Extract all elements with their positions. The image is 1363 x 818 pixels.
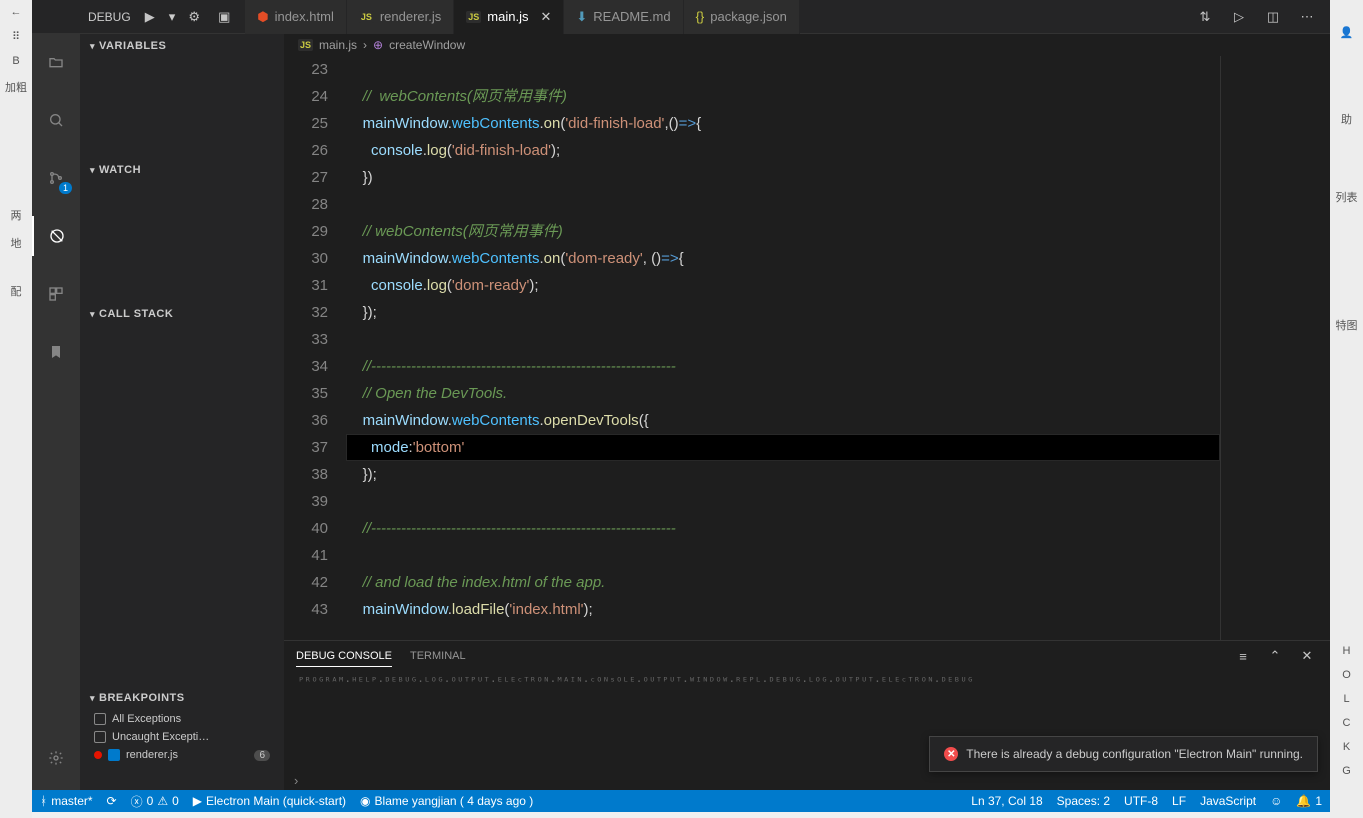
split-editor-icon[interactable]: ◫ <box>1262 6 1284 28</box>
debug-sidebar: VARIABLES WATCH CALL STACK BREAKPOINTS A… <box>80 34 284 790</box>
source-control-icon[interactable]: 1 <box>32 158 80 198</box>
checkbox[interactable] <box>94 731 106 743</box>
breadcrumb-file: main.js <box>319 38 357 52</box>
panel-tab-terminal[interactable]: TERMINAL <box>410 646 466 667</box>
title-bar: DEBUG ▶ ▾ ⚙ ▣ ⬢ index.htmlJS renderer.js… <box>32 0 1330 34</box>
start-debug-button[interactable]: ▶ <box>139 6 161 28</box>
tab-package-json[interactable]: {} package.json <box>684 0 800 34</box>
activity-bar: 1 <box>32 34 80 790</box>
debug-target-status[interactable]: ▶ Electron Main (quick-start) <box>193 794 346 808</box>
debug-icon[interactable] <box>32 216 80 256</box>
panel-collapse-icon[interactable]: ⌃ <box>1264 645 1286 667</box>
tab-main-js[interactable]: JS main.js✕ <box>454 0 564 34</box>
git-blame-status[interactable]: ◉ Blame yangjian ( 4 days ago ) <box>360 794 533 808</box>
watch-section-header[interactable]: WATCH <box>80 158 284 182</box>
code-editor[interactable]: 2324252627282930313233343536373839404142… <box>284 56 1330 640</box>
git-branch-status[interactable]: ᚼ master* <box>40 794 93 808</box>
cursor-position-status[interactable]: Ln 37, Col 18 <box>971 794 1042 808</box>
explorer-icon[interactable] <box>32 42 80 82</box>
checkbox[interactable] <box>108 749 120 761</box>
method-icon: ⊕ <box>373 38 383 52</box>
host-right-strip: 👤 助 列表 特图 HOLCKG <box>1330 0 1363 818</box>
indentation-status[interactable]: Spaces: 2 <box>1057 794 1110 808</box>
editor-tabs: ⬢ index.htmlJS renderer.jsJS main.js✕⬇ R… <box>245 0 800 34</box>
notifications-bell-icon[interactable]: 🔔 1 <box>1296 794 1322 808</box>
problems-status[interactable]: ⓧ 0 ⚠ 0 <box>131 793 179 810</box>
breakpoint-item[interactable]: renderer.js6 <box>80 746 284 764</box>
encoding-status[interactable]: UTF-8 <box>1124 794 1158 808</box>
more-actions-icon[interactable]: ⋯ <box>1296 6 1318 28</box>
breakpoint-item[interactable]: Uncaught Excepti… <box>80 728 284 746</box>
eol-status[interactable]: LF <box>1172 794 1186 808</box>
panel-filter-icon[interactable]: ≡ <box>1232 645 1254 667</box>
sync-status[interactable]: ⟳ <box>107 794 117 808</box>
compare-changes-icon[interactable]: ⇅ <box>1194 6 1216 28</box>
feedback-icon[interactable]: ☺ <box>1270 794 1282 808</box>
js-file-icon: JS <box>298 39 313 51</box>
bookmark-icon[interactable] <box>32 332 80 372</box>
extensions-icon[interactable] <box>32 274 80 314</box>
breadcrumb-symbol: createWindow <box>389 38 465 52</box>
tab-README-md[interactable]: ⬇ README.md <box>564 0 683 34</box>
search-icon[interactable] <box>32 100 80 140</box>
minimap[interactable] <box>1220 56 1330 640</box>
toast-message: There is already a debug configuration "… <box>966 747 1303 761</box>
notification-toast[interactable]: ✕ There is already a debug configuration… <box>929 736 1318 772</box>
breadcrumb[interactable]: JS main.js › ⊕ createWindow <box>284 34 1330 56</box>
settings-gear-icon[interactable] <box>32 738 80 778</box>
breakpoints-section-header[interactable]: BREAKPOINTS <box>80 686 284 710</box>
callstack-section-header[interactable]: CALL STACK <box>80 302 284 326</box>
host-left-strip: ← ⠿ B 加粗 两 地 配 <box>0 0 32 818</box>
language-mode-status[interactable]: JavaScript <box>1200 794 1256 808</box>
panel-tab-debug-console[interactable]: DEBUG CONSOLE <box>296 646 392 667</box>
debug-config-gear-icon[interactable]: ⚙ <box>183 6 205 28</box>
debug-label: DEBUG <box>88 10 131 24</box>
checkbox[interactable] <box>94 713 106 725</box>
run-icon[interactable]: ▷ <box>1228 6 1250 28</box>
vscode-window: DEBUG ▶ ▾ ⚙ ▣ ⬢ index.htmlJS renderer.js… <box>32 0 1330 812</box>
tab-index-html[interactable]: ⬢ index.html <box>245 0 347 34</box>
close-icon[interactable]: ✕ <box>540 9 551 25</box>
variables-section-header[interactable]: VARIABLES <box>80 34 284 58</box>
error-icon: ✕ <box>944 747 958 761</box>
debug-console-icon[interactable]: ▣ <box>213 6 235 28</box>
panel-close-icon[interactable]: ✕ <box>1296 645 1318 667</box>
breakpoint-item[interactable]: All Exceptions <box>80 710 284 728</box>
status-bar: ᚼ master* ⟳ ⓧ 0 ⚠ 0 ▶ Electron Main (qui… <box>32 790 1330 812</box>
breakpoint-dot-icon <box>94 751 102 759</box>
tab-renderer-js[interactable]: JS renderer.js <box>347 0 454 34</box>
